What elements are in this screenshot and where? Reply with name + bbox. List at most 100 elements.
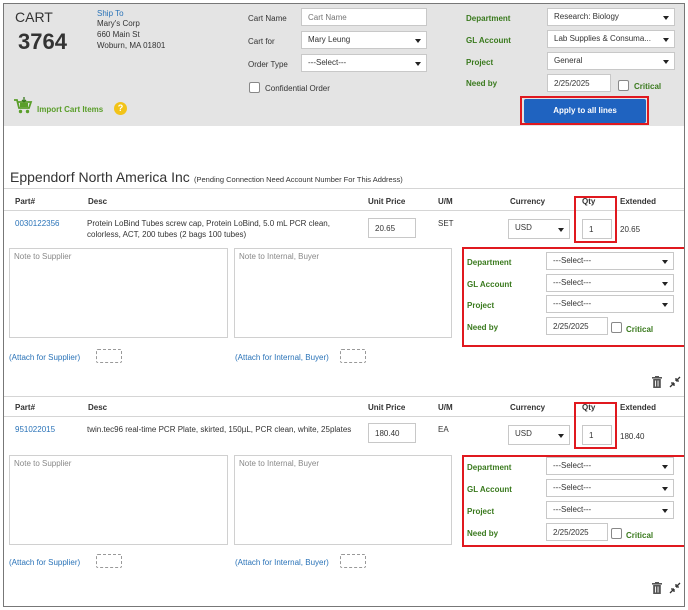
line-need-by-input[interactable]	[546, 317, 608, 335]
gl-account-select[interactable]: Lab Supplies & Consuma...	[547, 30, 675, 48]
col-part: Part#	[15, 403, 36, 412]
attach-internal-link[interactable]: (Attach for Internal, Buyer)	[235, 558, 329, 567]
line-project-select[interactable]: ---Select---	[546, 501, 674, 519]
department-select[interactable]: Research: Biology	[547, 8, 675, 26]
chevron-down-icon	[663, 38, 669, 42]
gl-account-label: GL Account	[466, 36, 511, 45]
part-link[interactable]: 951022015	[15, 425, 55, 434]
supplier-note: (Pending Connection Need Account Number …	[194, 175, 403, 184]
um-value: EA	[438, 425, 449, 434]
extended-value: 180.40	[620, 432, 645, 441]
line-critical-checkbox[interactable]	[611, 528, 622, 539]
line-department-label: Department	[467, 463, 512, 472]
cart-for-select[interactable]: Mary Leung	[301, 31, 427, 49]
note-to-internal-placeholder: Note to Internal, Buyer	[239, 252, 320, 261]
col-um: U/M	[438, 403, 453, 412]
project-select[interactable]: General	[547, 52, 675, 70]
note-to-supplier[interactable]: Note to Supplier	[9, 455, 228, 545]
line-need-by-input[interactable]	[546, 523, 608, 541]
import-cart-icon[interactable]	[13, 97, 33, 115]
chevron-down-icon	[662, 465, 668, 469]
chevron-down-icon	[558, 434, 564, 438]
line-project-value: ---Select---	[553, 505, 592, 514]
ship-to-street: 660 Main St	[97, 30, 140, 39]
col-part: Part#	[15, 197, 36, 206]
critical-checkbox[interactable]	[618, 80, 629, 91]
note-to-internal[interactable]: Note to Internal, Buyer	[234, 248, 452, 338]
attach-internal-link[interactable]: (Attach for Internal, Buyer)	[235, 353, 329, 362]
note-to-internal[interactable]: Note to Internal, Buyer	[234, 455, 452, 545]
line-gl-account-select[interactable]: ---Select---	[546, 479, 674, 497]
cart-for-value: Mary Leung	[308, 35, 351, 44]
line-gl-account-label: GL Account	[467, 485, 512, 494]
qty-highlight	[574, 196, 617, 243]
line-critical-checkbox[interactable]	[611, 322, 622, 333]
trash-icon[interactable]	[652, 376, 662, 388]
department-label: Department	[466, 14, 511, 23]
help-icon[interactable]: ?	[114, 102, 127, 115]
note-to-internal-placeholder: Note to Internal, Buyer	[239, 459, 320, 468]
need-by-input[interactable]	[547, 74, 611, 92]
item-desc: Protein LoBind Tubes screw cap, Protein …	[87, 219, 330, 239]
part-link[interactable]: 0030122356	[15, 219, 60, 228]
order-type-value: ---Select---	[308, 58, 347, 67]
trash-icon[interactable]	[652, 582, 662, 594]
order-type-label: Order Type	[248, 60, 288, 69]
attachment-dropzone[interactable]	[340, 554, 366, 568]
line-department-select[interactable]: ---Select---	[546, 252, 674, 270]
cart-label: CART	[15, 9, 53, 25]
currency-select[interactable]: USD	[508, 219, 570, 239]
line-critical-label: Critical	[626, 325, 654, 334]
attach-supplier-link[interactable]: (Attach for Supplier)	[9, 558, 80, 567]
apply-button-highlight	[520, 96, 649, 125]
cart-for-label: Cart for	[248, 37, 275, 46]
note-to-supplier[interactable]: Note to Supplier	[9, 248, 228, 338]
attachment-dropzone[interactable]	[340, 349, 366, 363]
order-type-select[interactable]: ---Select---	[301, 54, 427, 72]
attachment-dropzone[interactable]	[96, 554, 122, 568]
line-department-label: Department	[467, 258, 512, 267]
col-extended: Extended	[620, 197, 657, 206]
ship-to-link[interactable]: Ship To	[97, 9, 124, 18]
line-need-by-label: Need by	[467, 323, 499, 332]
currency-value: USD	[515, 429, 532, 438]
collapse-icon[interactable]	[669, 376, 681, 388]
note-to-supplier-placeholder: Note to Supplier	[14, 252, 72, 261]
confidential-checkbox[interactable]	[249, 82, 260, 93]
line-gl-account-label: GL Account	[467, 280, 512, 289]
chevron-down-icon	[663, 60, 669, 64]
item-desc: twin.tec96 real-time PCR Plate, skirted,…	[87, 425, 352, 434]
chevron-down-icon	[415, 39, 421, 43]
department-value: Research: Biology	[554, 12, 619, 21]
chevron-down-icon	[663, 16, 669, 20]
extended-value: 20.65	[620, 225, 641, 234]
col-currency: Currency	[510, 197, 546, 206]
collapse-icon[interactable]	[669, 582, 681, 594]
um-value: SET	[438, 219, 454, 228]
supplier-name: Eppendorf North America Inc	[10, 169, 190, 185]
col-extended: Extended	[620, 403, 657, 412]
cart-page: CART 3764 Ship To Mary's Corp 660 Main S…	[3, 3, 685, 607]
currency-select[interactable]: USD	[508, 425, 570, 445]
attachment-dropzone[interactable]	[96, 349, 122, 363]
line-department-select[interactable]: ---Select---	[546, 457, 674, 475]
chevron-down-icon	[662, 487, 668, 491]
cart-header: CART 3764 Ship To Mary's Corp 660 Main S…	[4, 4, 684, 126]
line-gl-account-select[interactable]: ---Select---	[546, 274, 674, 292]
qty-highlight	[574, 402, 617, 449]
unit-price-input[interactable]	[368, 218, 416, 238]
line-department-value: ---Select---	[553, 256, 592, 265]
attach-supplier-link[interactable]: (Attach for Supplier)	[9, 353, 80, 362]
import-cart-link[interactable]: Import Cart Items	[37, 105, 103, 114]
chevron-down-icon	[662, 282, 668, 286]
confidential-label: Confidential Order	[265, 84, 330, 93]
chevron-down-icon	[415, 62, 421, 66]
col-desc: Desc	[88, 197, 108, 206]
cart-name-input[interactable]	[301, 8, 427, 26]
line-project-value: ---Select---	[553, 299, 592, 308]
line-project-select[interactable]: ---Select---	[546, 295, 674, 313]
line-department-value: ---Select---	[553, 461, 592, 470]
unit-price-input[interactable]	[368, 423, 416, 443]
cart-name-label: Cart Name	[248, 14, 287, 23]
need-by-label: Need by	[466, 79, 498, 88]
